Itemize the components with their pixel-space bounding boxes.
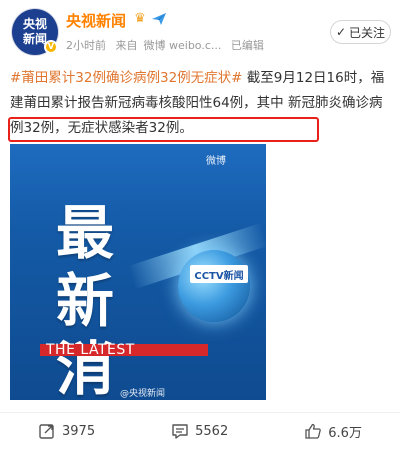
image-subtitle: THE LATEST — [46, 342, 135, 358]
repost-count: 3975 — [62, 423, 96, 439]
follow-label: 已关注 — [349, 25, 386, 40]
red-highlight-box — [8, 117, 319, 142]
action-bar: 3975 5562 6.6万 — [0, 413, 400, 449]
check-icon: ✓ — [335, 25, 347, 39]
comment-count: 5562 — [195, 423, 229, 439]
repost-icon — [39, 424, 54, 439]
globe-graphic — [178, 250, 250, 322]
image-headline: 最新消息 — [56, 199, 116, 400]
account-name[interactable]: 央视新闻 — [66, 10, 126, 31]
post-time: 2小时前 — [66, 39, 106, 52]
comment-button[interactable]: 5562 — [171, 422, 228, 440]
comment-icon — [172, 424, 188, 439]
cctv-news-logo: CCTV新闻 — [190, 265, 248, 283]
crown-icon: ♛ — [134, 11, 146, 26]
follow-button[interactable]: ✓ 已关注 — [330, 20, 391, 44]
account-watermark: @央视新闻 — [120, 389, 166, 399]
verified-badge: V — [44, 40, 58, 54]
hashtag-link[interactable]: #莆田累计32例确诊病例32例无症状# — [10, 70, 242, 86]
repost-button[interactable]: 3975 — [38, 422, 95, 440]
like-icon — [305, 423, 322, 439]
source-prefix: 来自 — [115, 39, 138, 52]
post-meta: 2小时前 来自 微博 weibo.c... 已编辑 — [66, 37, 270, 53]
like-count: 6.6万 — [328, 425, 362, 441]
plane-icon — [152, 13, 166, 25]
news-image[interactable]: 微博 CCTV新闻 最新消息 THE LATEST @央视新闻 — [10, 144, 266, 400]
like-button[interactable]: 6.6万 — [304, 422, 362, 441]
weibo-watermark: 微博 — [206, 156, 226, 167]
post-header: 央视新闻 V 央视新闻 ♛ 2小时前 来自 微博 weibo.c... 已编辑 ✓… — [0, 0, 400, 60]
post-source[interactable]: 微博 weibo.c... — [144, 39, 222, 52]
edited-label[interactable]: 已编辑 — [231, 39, 264, 52]
